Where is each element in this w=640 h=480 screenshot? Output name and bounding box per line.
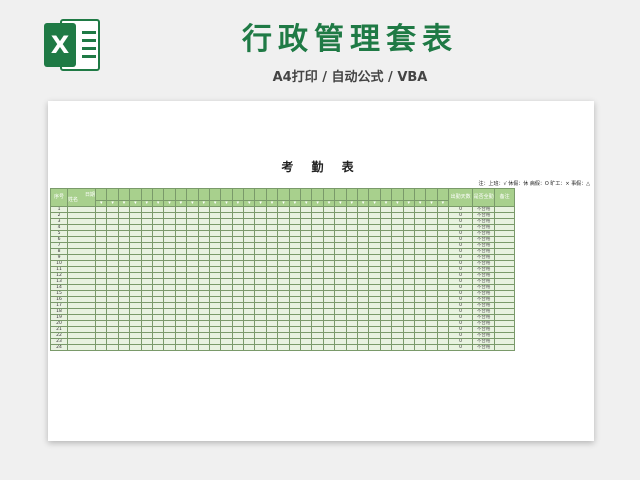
day-cell[interactable] bbox=[231, 344, 245, 351]
day-cell[interactable] bbox=[140, 344, 153, 351]
header-day-cell bbox=[436, 188, 450, 201]
day-cell[interactable] bbox=[94, 344, 108, 351]
header-day-cell bbox=[231, 188, 245, 201]
excel-logo-icon: X bbox=[44, 19, 102, 71]
day-cell[interactable] bbox=[129, 344, 142, 351]
name-cell[interactable] bbox=[67, 344, 96, 351]
header-day-cell bbox=[186, 188, 199, 201]
header-day-cell bbox=[140, 188, 153, 201]
header-date-name: 日期 姓名 bbox=[67, 188, 96, 207]
header-day-cell bbox=[413, 188, 427, 201]
header-day-cell bbox=[311, 188, 324, 201]
row-index: 24 bbox=[50, 344, 68, 351]
sheet-title: 考 勤 表 bbox=[281, 160, 361, 174]
day-cell[interactable] bbox=[151, 344, 165, 351]
header-day-cell bbox=[220, 188, 233, 201]
remark-cell[interactable] bbox=[494, 344, 516, 351]
header-day-cell bbox=[265, 188, 279, 201]
attendance-days-cell: 0 bbox=[448, 344, 474, 351]
day-cell[interactable] bbox=[356, 344, 370, 351]
day-cell[interactable] bbox=[322, 344, 336, 351]
header-attendance-days: 出勤天数 bbox=[448, 188, 474, 207]
header-name-label: 姓名 bbox=[68, 196, 79, 203]
day-cell[interactable] bbox=[391, 344, 404, 351]
header-day-cell bbox=[334, 188, 347, 201]
attendance-legend: 注：上班：√ 休假：休 病假：O 旷工：× 事假：△ bbox=[478, 181, 590, 187]
spreadsheet-preview: 考 勤 表 注：上班：√ 休假：休 病假：O 旷工：× 事假：△ 序号 日期 姓… bbox=[48, 101, 594, 441]
header-day-cell bbox=[322, 188, 336, 201]
day-cell[interactable] bbox=[345, 344, 359, 351]
header-day-cell bbox=[197, 188, 210, 201]
day-cell[interactable] bbox=[163, 344, 176, 351]
table-row: 24 0 不合格 bbox=[50, 344, 516, 351]
header-day-cell bbox=[254, 188, 267, 201]
day-cell[interactable] bbox=[243, 344, 256, 351]
header-day-cell bbox=[402, 188, 415, 201]
header-day-cell bbox=[129, 188, 142, 201]
day-cell[interactable] bbox=[436, 344, 450, 351]
header-day-cell bbox=[368, 188, 381, 201]
attendance-table: 序号 日期 姓名 出勤天数 是否全勤 备注 ▾ ▾ ▾ ▾ ▾ ▾ ▾ ▾ ▾ ▾ ▾ ▾ ▾ ▾ ▾ ▾ ▾ ▾… bbox=[50, 188, 516, 351]
header-day-cell bbox=[288, 188, 302, 201]
day-cell[interactable] bbox=[379, 344, 393, 351]
attendance-grid: 序号 日期 姓名 出勤天数 是否全勤 备注 ▾ ▾ ▾ ▾ ▾ ▾ ▾ ▾ ▾ ▾ ▾ ▾ ▾ ▾ ▾ ▾ ▾ ▾… bbox=[50, 188, 516, 351]
header-remark: 备注 bbox=[494, 188, 516, 207]
header-day-cell bbox=[345, 188, 359, 201]
excel-x-badge: X bbox=[44, 23, 76, 67]
header-day-cell bbox=[117, 188, 131, 201]
day-cell[interactable] bbox=[117, 344, 131, 351]
day-cell[interactable] bbox=[106, 344, 119, 351]
page-title: 行政管理套表 bbox=[242, 22, 458, 57]
header-full-attendance: 是否全勤 bbox=[472, 188, 496, 207]
day-cell[interactable] bbox=[413, 344, 427, 351]
header-day-cell bbox=[379, 188, 393, 201]
day-cell[interactable] bbox=[174, 344, 188, 351]
header-day-cell bbox=[174, 188, 188, 201]
header-day-cell bbox=[94, 188, 108, 201]
header-day-cell bbox=[277, 188, 290, 201]
full-attendance-cell: 不合格 bbox=[472, 344, 496, 351]
day-cell[interactable] bbox=[288, 344, 302, 351]
day-cell[interactable] bbox=[425, 344, 438, 351]
page-subtitle: A4打印 / 自动公式 / VBA bbox=[272, 70, 428, 85]
header-day-cell bbox=[425, 188, 438, 201]
day-cell[interactable] bbox=[197, 344, 210, 351]
day-cell[interactable] bbox=[300, 344, 313, 351]
header-day-cell bbox=[163, 188, 176, 201]
day-cell[interactable] bbox=[277, 344, 290, 351]
header-day-cell bbox=[243, 188, 256, 201]
day-cell[interactable] bbox=[220, 344, 233, 351]
header-day-cell bbox=[356, 188, 370, 201]
day-cell[interactable] bbox=[254, 344, 267, 351]
day-cell[interactable] bbox=[208, 344, 222, 351]
header-day-cell bbox=[106, 188, 119, 201]
header-index: 序号 bbox=[50, 188, 68, 207]
day-cell[interactable] bbox=[265, 344, 279, 351]
day-cell[interactable] bbox=[334, 344, 347, 351]
day-cell[interactable] bbox=[368, 344, 381, 351]
day-cell[interactable] bbox=[186, 344, 199, 351]
header-day-cell bbox=[208, 188, 222, 201]
header-day-cell bbox=[151, 188, 165, 201]
day-cell[interactable] bbox=[311, 344, 324, 351]
day-cell[interactable] bbox=[402, 344, 415, 351]
header-day-cell bbox=[391, 188, 404, 201]
header-day-cell bbox=[300, 188, 313, 201]
